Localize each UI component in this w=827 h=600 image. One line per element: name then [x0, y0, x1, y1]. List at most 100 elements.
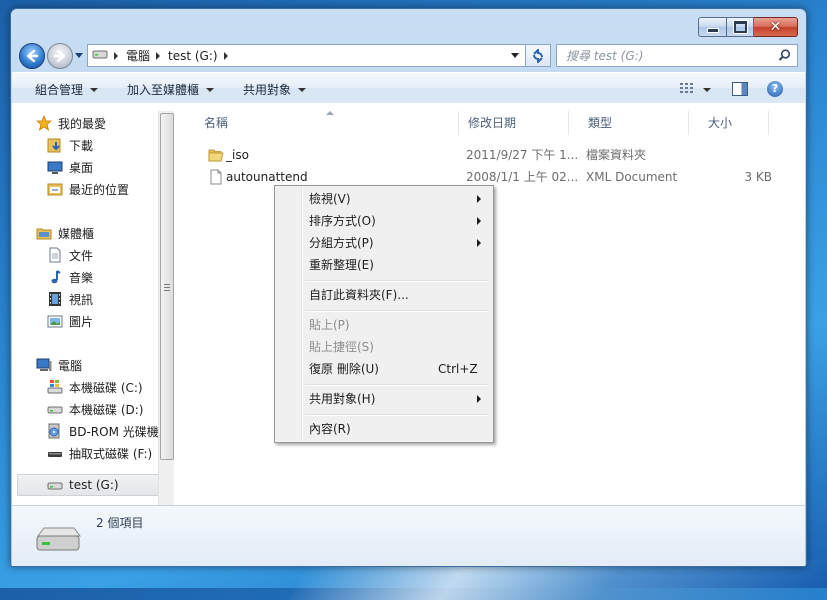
- nav-recent-places[interactable]: 最近的位置: [47, 179, 129, 199]
- nav-bd-rom[interactable]: BD-ROM 光碟機: [47, 421, 159, 441]
- menu-item-paste[interactable]: 貼上(P): [277, 314, 491, 336]
- breadcrumb-separator[interactable]: [114, 51, 118, 60]
- back-button[interactable]: [19, 43, 45, 69]
- document-icon: [47, 247, 63, 263]
- file-date: 2011/9/27 下午 1...: [466, 148, 579, 162]
- change-view-icon[interactable]: [680, 82, 696, 94]
- help-icon[interactable]: ?: [767, 81, 783, 97]
- menu-label: 內容(R): [309, 422, 351, 436]
- organize-button[interactable]: 組合管理: [35, 81, 99, 98]
- column-header-name[interactable]: 名稱: [185, 111, 459, 135]
- file-name: _iso: [226, 148, 249, 162]
- preview-pane-icon[interactable]: [732, 82, 748, 96]
- menu-label: 分組方式(P): [309, 236, 374, 250]
- file-row-iso[interactable]: _iso 2011/9/27 下午 1... 檔案資料夾: [175, 144, 795, 166]
- file-type: 檔案資料夾: [586, 148, 647, 162]
- refresh-icon: [533, 48, 543, 63]
- maximize-button[interactable]: [727, 17, 754, 37]
- downloads-folder-icon: [47, 137, 63, 153]
- include-in-library-button[interactable]: 加入至媒體櫃: [127, 81, 215, 98]
- recent-pages-dropdown[interactable]: [75, 53, 83, 58]
- column-header-size[interactable]: 大小: [689, 111, 769, 135]
- column-header-date[interactable]: 修改日期: [449, 111, 569, 135]
- forward-arrow-icon: [53, 49, 66, 63]
- menu-shortcut: Ctrl+Z: [438, 362, 478, 376]
- nav-drive-g[interactable]: test (G:): [17, 474, 159, 496]
- nav-drive-d[interactable]: 本機磁碟 (D:): [47, 399, 143, 419]
- address-bar[interactable]: 電腦 test (G:): [87, 44, 526, 67]
- menu-item-view[interactable]: 檢視(V): [277, 188, 491, 210]
- music-note-icon: [47, 269, 63, 285]
- nav-label: 本機磁碟 (C:): [69, 380, 143, 395]
- breadcrumb-computer[interactable]: 電腦: [126, 47, 150, 64]
- maximize-icon: [733, 21, 747, 33]
- caption-buttons: ✕: [698, 17, 798, 37]
- menu-item-group[interactable]: 分組方式(P): [277, 232, 491, 254]
- nav-label: 最近的位置: [69, 182, 130, 197]
- nav-pictures[interactable]: 圖片: [47, 311, 93, 331]
- drive-large-icon: [36, 527, 81, 551]
- nav-label: 桌面: [69, 160, 94, 175]
- chevron-down-icon: [206, 87, 215, 92]
- share-with-button[interactable]: 共用對象: [243, 81, 307, 98]
- menu-separator: [305, 414, 489, 416]
- menu-label: 重新整理(E): [309, 258, 374, 272]
- address-dropdown-icon[interactable]: [511, 53, 519, 58]
- nav-label: 文件: [69, 248, 94, 263]
- film-icon: [47, 291, 63, 307]
- nav-documents[interactable]: 文件: [47, 245, 93, 265]
- search-icon[interactable]: [778, 49, 791, 62]
- menu-item-undo[interactable]: 復原 刪除(U) Ctrl+Z: [277, 358, 491, 380]
- breadcrumb-separator[interactable]: [156, 51, 161, 60]
- folder-icon: [208, 149, 224, 162]
- nav-label: BD-ROM 光碟機: [69, 424, 159, 439]
- search-box[interactable]: 搜尋 test (G:): [556, 44, 798, 67]
- breadcrumb-separator[interactable]: [223, 51, 228, 60]
- nav-scrollbar[interactable]: [158, 111, 174, 505]
- nav-desktop[interactable]: 桌面: [47, 157, 93, 177]
- organize-label: 組合管理: [35, 83, 84, 97]
- menu-separator: [305, 310, 489, 312]
- nav-label: 媒體櫃: [58, 226, 95, 241]
- menu-label: 檢視(V): [309, 192, 351, 206]
- column-header-type[interactable]: 類型: [569, 111, 689, 135]
- submenu-arrow-icon: [477, 195, 481, 203]
- refresh-button[interactable]: [525, 44, 551, 67]
- close-button[interactable]: ✕: [754, 17, 798, 37]
- nav-label: test (G:): [69, 478, 119, 492]
- nav-videos[interactable]: 視訊: [47, 289, 93, 309]
- include-library-label: 加入至媒體櫃: [127, 83, 200, 97]
- nav-drive-f[interactable]: 抽取式磁碟 (F:): [47, 443, 152, 463]
- nav-downloads[interactable]: 下載: [47, 135, 93, 155]
- nav-label: 抽取式磁碟 (F:): [69, 446, 153, 461]
- picture-icon: [47, 313, 63, 329]
- nav-scrollbar-thumb[interactable]: [160, 113, 174, 460]
- nav-computer[interactable]: 電腦: [36, 355, 82, 375]
- nav-favorites[interactable]: 我的最愛: [36, 113, 106, 133]
- forward-button[interactable]: [47, 43, 73, 69]
- search-input[interactable]: 搜尋 test (G:): [557, 47, 778, 64]
- recent-places-icon: [47, 181, 63, 197]
- minimize-button[interactable]: [698, 17, 727, 37]
- drive-icon: [92, 48, 108, 63]
- view-options-dropdown[interactable]: [703, 88, 711, 92]
- menu-item-paste-shortcut[interactable]: 貼上捷徑(S): [277, 336, 491, 358]
- desktop-icon: [47, 159, 63, 175]
- menu-label: 貼上捷徑(S): [309, 340, 374, 354]
- menu-item-share[interactable]: 共用對象(H): [277, 388, 491, 410]
- nav-libraries[interactable]: 媒體櫃: [36, 223, 94, 243]
- menu-label: 共用對象(H): [309, 392, 376, 406]
- menu-item-sort[interactable]: 排序方式(O): [277, 210, 491, 232]
- item-count: 2 個項目: [96, 516, 144, 530]
- star-icon: [36, 115, 52, 131]
- menu-item-refresh[interactable]: 重新整理(E): [277, 254, 491, 276]
- back-arrow-icon: [26, 49, 39, 63]
- nav-drive-c[interactable]: 本機磁碟 (C:): [47, 377, 143, 397]
- nav-music[interactable]: 音樂: [47, 267, 93, 287]
- submenu-arrow-icon: [477, 217, 481, 225]
- breadcrumb-drive[interactable]: test (G:): [168, 49, 218, 63]
- close-icon: ✕: [769, 19, 782, 35]
- menu-item-properties[interactable]: 內容(R): [277, 418, 491, 440]
- menu-item-customize[interactable]: 自訂此資料夾(F)...: [277, 284, 491, 306]
- chevron-down-icon: [298, 87, 307, 92]
